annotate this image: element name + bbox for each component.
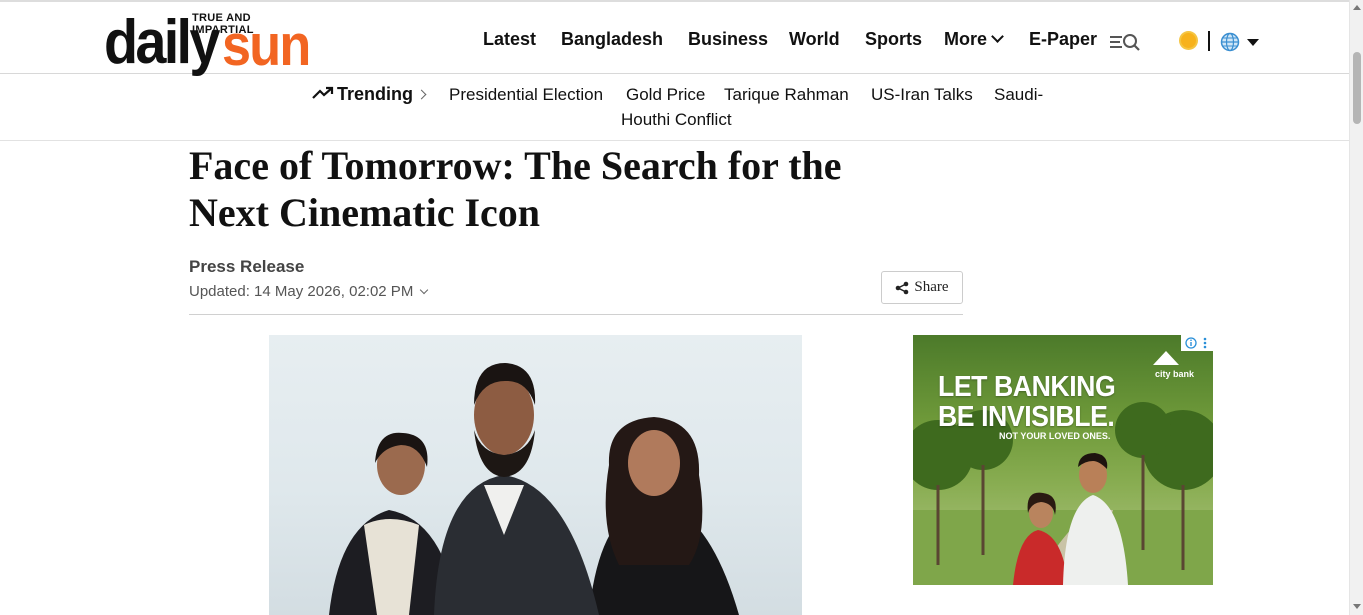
nav-world[interactable]: World xyxy=(789,29,840,50)
chevron-down-icon xyxy=(420,285,429,295)
divider xyxy=(1208,31,1210,51)
menu-search-icon[interactable] xyxy=(1110,32,1142,52)
trending-item[interactable]: Presidential Election xyxy=(449,85,603,105)
article-hero-image[interactable] xyxy=(269,335,802,615)
ad-subline: NOT YOUR LOVED ONES. xyxy=(999,431,1111,441)
trending-label: Trending xyxy=(337,84,427,105)
headline-line-1: Face of Tomorrow: The Search for the xyxy=(189,143,842,188)
share-button[interactable]: Share xyxy=(881,271,963,304)
trending-item[interactable]: Tarique Rahman xyxy=(724,85,849,105)
advertisement-banner[interactable]: city bank LET BANKING BE INVISIBLE. NOT … xyxy=(913,335,1213,585)
nav-business[interactable]: Business xyxy=(688,29,768,50)
nav-sports[interactable]: Sports xyxy=(865,29,922,50)
site-logo[interactable]: daily sun TRUE AND IMPARTIAL xyxy=(104,10,314,75)
ad-brand-name: city bank xyxy=(1155,369,1195,379)
trending-up-icon xyxy=(312,86,334,105)
ad-choices-icon[interactable] xyxy=(1181,335,1213,351)
nav-bangladesh[interactable]: Bangladesh xyxy=(561,29,663,50)
trending-bar: Trending Presidential Election Gold Pric… xyxy=(0,74,1349,141)
scrollbar-thumb[interactable] xyxy=(1353,52,1361,124)
scroll-up-arrow-icon[interactable] xyxy=(1353,5,1361,10)
updated-text: Updated: 14 May 2026, 02:02 PM xyxy=(189,283,414,300)
nav-more[interactable]: More xyxy=(944,29,1004,50)
nav-epaper[interactable]: E-Paper xyxy=(1029,29,1097,50)
nav-more-label: More xyxy=(944,29,988,49)
page-scrollbar[interactable] xyxy=(1349,0,1363,615)
share-icon xyxy=(896,281,909,294)
globe-icon[interactable] xyxy=(1220,32,1240,52)
nav-latest[interactable]: Latest xyxy=(483,29,536,50)
chevron-right-icon xyxy=(416,89,427,100)
logo-tagline: TRUE AND IMPARTIAL xyxy=(192,12,254,36)
caret-down-icon[interactable] xyxy=(1247,39,1259,46)
theme-sun-icon[interactable] xyxy=(1181,33,1196,48)
trending-label-text: Trending xyxy=(337,84,413,104)
ad-brand: city bank xyxy=(1153,351,1195,379)
trending-item[interactable]: US-Iran Talks xyxy=(871,85,973,105)
article-headline: Face of Tomorrow: The Search for the Nex… xyxy=(189,142,949,236)
divider xyxy=(189,314,963,315)
trending-item[interactable]: Gold Price xyxy=(626,85,705,105)
site-header: daily sun TRUE AND IMPARTIAL Latest Bang… xyxy=(0,0,1349,75)
chevron-down-icon xyxy=(991,30,1004,43)
ad-headline-2: BE INVISIBLE. xyxy=(938,401,1115,433)
share-label: Share xyxy=(914,279,949,295)
ad-headline-1: LET BANKING xyxy=(938,371,1116,403)
trending-item[interactable]: Houthi Conflict xyxy=(621,110,732,130)
trending-item[interactable]: Saudi- xyxy=(994,85,1043,105)
city-bank-logo-icon xyxy=(1153,351,1179,365)
article-author[interactable]: Press Release xyxy=(189,257,304,277)
scroll-down-arrow-icon[interactable] xyxy=(1353,604,1361,609)
article-updated[interactable]: Updated: 14 May 2026, 02:02 PM xyxy=(189,283,429,300)
headline-line-2: Next Cinematic Icon xyxy=(189,190,541,235)
